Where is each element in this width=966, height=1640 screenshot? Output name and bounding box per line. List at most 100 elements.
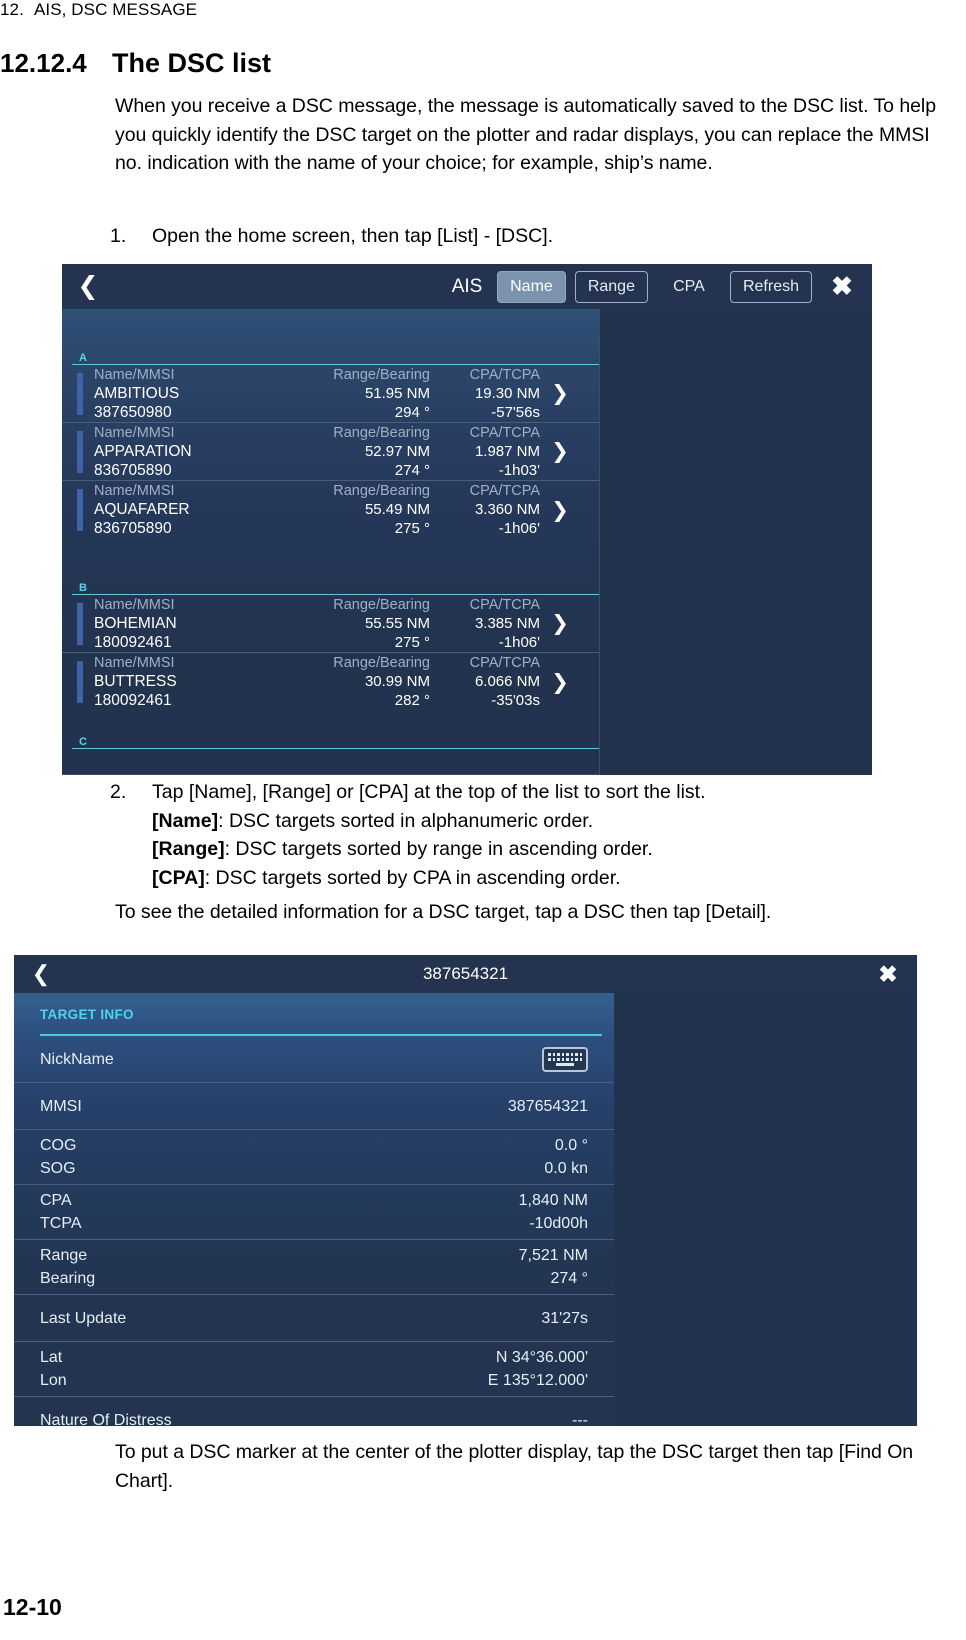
target-tcpa: -35'03s [491, 692, 540, 709]
row-value: -10d00h [529, 1215, 588, 1232]
sort-range-button[interactable]: Range [574, 270, 648, 303]
col-header-cpa-tcpa: CPA/TCPA [469, 366, 540, 383]
step-1-text: Open the home screen, then tap [List] - … [152, 225, 554, 247]
keyboard-icon[interactable] [542, 1046, 588, 1072]
manual-page: 12. AIS, DSC MESSAGE 12.12.4 The DSC list… [0, 0, 966, 1640]
target-bearing: 294 ° [394, 403, 430, 421]
detail-note: To see the detailed information for a DS… [115, 901, 772, 923]
list-top-spacer [62, 309, 599, 327]
target-name: BUTTRESS [94, 673, 177, 690]
col-header-cpa-tcpa: CPA/TCPA [469, 483, 540, 499]
section-number: 12.12.4 [0, 48, 87, 78]
close-icon[interactable]: ✖ [859, 961, 917, 988]
ais-target-list[interactable]: A Name/MMSI AMBITIOUS 387650980 Range/Be… [62, 309, 600, 775]
row-value: 0.0 ° [554, 1137, 588, 1154]
detail-note-block: To see the detailed information for a DS… [115, 898, 955, 927]
row-value: 1,840 NM [518, 1192, 588, 1209]
target-tcpa: -1h03' [498, 461, 540, 479]
step-2-cpa-desc: : DSC targets sorted by CPA in ascending… [204, 866, 621, 889]
target-cpa: 1.987 NM [474, 442, 540, 460]
refresh-button[interactable]: Refresh [729, 270, 812, 303]
col-header-range-bearing: Range/Bearing [333, 596, 430, 613]
step-2: 2. Tap [Name], [Range] or [CPA] at the t… [110, 778, 950, 892]
sort-cpa-button[interactable]: CPA [657, 271, 721, 303]
col-header-range-bearing: Range/Bearing [333, 655, 430, 671]
step-2-line-1: Tap [Name], [Range] or [CPA] at the top … [152, 781, 706, 803]
chevron-right-icon[interactable]: ❯ [540, 595, 580, 652]
row-value: 0.0 kn [544, 1160, 588, 1177]
nickname-label: NickName [40, 1050, 114, 1068]
col-header-name-mmsi: Name/MMSI [94, 483, 175, 499]
detail-screen-title: 387654321 [422, 964, 509, 983]
row-label: SOG [40, 1160, 76, 1177]
table-row[interactable]: Name/MMSI BUTTRESS 180092461 Range/Beari… [62, 653, 599, 711]
target-range: 55.49 NM [364, 501, 430, 518]
target-mmsi: 387650980 [94, 403, 172, 421]
back-chevron-icon[interactable]: ❮ [14, 963, 68, 985]
chevron-right-icon[interactable]: ❯ [540, 423, 580, 480]
target-name: APPARATION [94, 442, 192, 460]
close-icon[interactable]: ✖ [812, 271, 872, 302]
table-row[interactable]: Name/MMSI AMBITIOUS 387650980 Range/Bear… [62, 365, 599, 423]
target-name: BOHEMIAN [94, 614, 177, 632]
col-header-cpa-tcpa: CPA/TCPA [469, 655, 540, 671]
step-2-name-label: [Name] [152, 809, 219, 832]
find-on-chart-note-block: To put a DSC marker at the center of the… [115, 1438, 955, 1495]
running-head: 12. AIS, DSC MESSAGE [0, 0, 197, 20]
col-header-cpa-tcpa: CPA/TCPA [469, 424, 540, 441]
table-row[interactable]: Name/MMSI BOHEMIAN 180092461 Range/Beari… [62, 595, 599, 653]
target-range: 30.99 NM [364, 673, 430, 690]
col-header-name-mmsi: Name/MMSI [94, 596, 175, 613]
target-tcpa: -57'56s [491, 403, 540, 421]
target-mmsi: 836705890 [94, 461, 172, 479]
target-mmsi: 836705890 [94, 520, 172, 537]
col-header-name-mmsi: Name/MMSI [94, 366, 175, 383]
row-value: 387654321 [507, 1097, 588, 1115]
alpha-separator-b: B [62, 557, 599, 595]
alpha-separator-a: A [62, 327, 599, 365]
nature-of-distress-row: Nature Of Distress --- [14, 1397, 614, 1426]
page-title: The DSC list [112, 48, 272, 78]
target-mmsi: 180092461 [94, 692, 172, 709]
target-mmsi: 180092461 [94, 633, 172, 651]
detail-titlebar: ❮ 387654321 ✖ [14, 955, 917, 993]
target-bearing: 282 ° [394, 692, 430, 709]
target-range: 55.55 NM [364, 614, 430, 632]
row-value: --- [572, 1412, 588, 1426]
last-update-row: Last Update 31'27s [14, 1295, 614, 1342]
intro-paragraph: When you receive a DSC message, the mess… [115, 95, 936, 174]
chevron-right-icon[interactable]: ❯ [540, 653, 580, 711]
cog-sog-row: COG SOG 0.0 ° 0.0 kn [14, 1130, 614, 1185]
col-header-name-mmsi: Name/MMSI [94, 655, 175, 671]
row-label: CPA [40, 1192, 72, 1209]
target-bearing: 275 ° [394, 520, 430, 537]
row-value: 274 ° [550, 1270, 588, 1287]
back-chevron-icon[interactable]: ❮ [62, 274, 114, 299]
target-tcpa: -1h06' [498, 633, 540, 651]
page-number: 12-10 [3, 1594, 62, 1620]
col-header-range-bearing: Range/Bearing [333, 424, 430, 441]
section-heading: 12.12.4 The DSC list [0, 48, 271, 79]
table-row[interactable]: Name/MMSI AQUAFARER 836705890 Range/Bear… [62, 481, 599, 539]
target-info-section-header: TARGET INFO [14, 993, 614, 1036]
chevron-right-icon[interactable]: ❯ [540, 481, 580, 539]
running-head-chapter: 12. [0, 0, 24, 19]
row-value: N 34°36.000' [495, 1349, 588, 1366]
chevron-right-icon[interactable]: ❯ [540, 365, 580, 422]
sort-name-button[interactable]: Name [497, 270, 566, 303]
row-label: Lon [40, 1372, 67, 1389]
ais-list-screenshot: ❮ AIS Name Range CPA Refresh ✖ A Name/MM… [62, 264, 872, 775]
nickname-row[interactable]: NickName [14, 1036, 614, 1083]
step-1: 1. Open the home screen, then tap [List]… [110, 222, 940, 251]
step-2-cpa-label: [CPA] [152, 866, 205, 889]
row-label: Last Update [40, 1309, 127, 1327]
alpha-letter: A [79, 352, 87, 364]
row-label: Range [40, 1247, 88, 1264]
row-label: Nature Of Distress [40, 1412, 172, 1426]
cpa-tcpa-row: CPA TCPA 1,840 NM -10d00h [14, 1185, 614, 1240]
row-label: MMSI [40, 1097, 82, 1115]
table-row[interactable]: Name/MMSI APPARATION 836705890 Range/Bea… [62, 423, 599, 481]
step-2-range-desc: : DSC targets sorted by range in ascendi… [224, 838, 653, 860]
